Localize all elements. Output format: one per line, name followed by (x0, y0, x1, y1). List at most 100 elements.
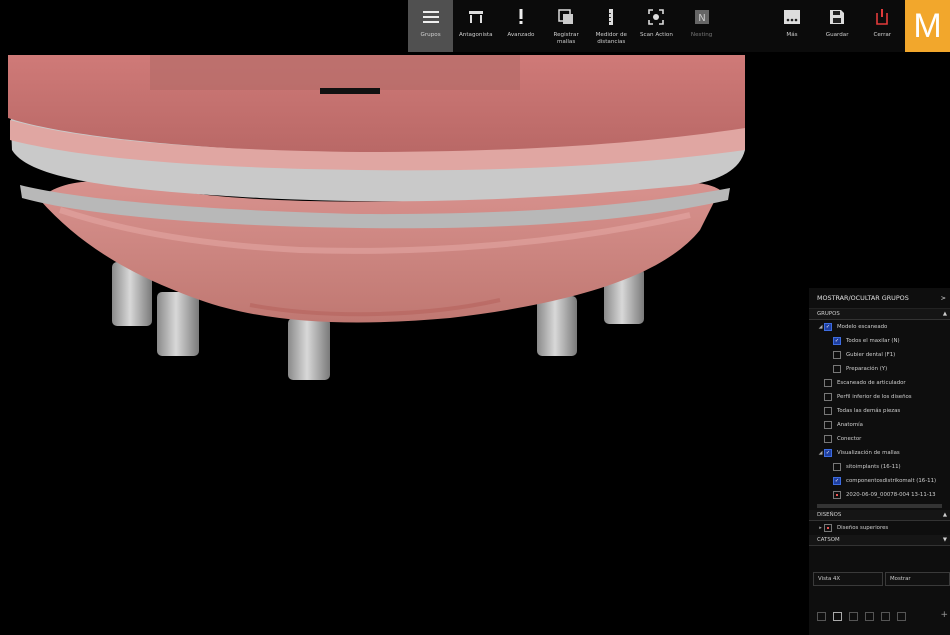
save-button[interactable]: Guardar (815, 0, 860, 52)
view-mode-icon[interactable] (881, 612, 890, 621)
nesting-button[interactable]: N Nesting (679, 0, 724, 52)
tree-item[interactable]: ✓ Todos el maxilar (N) (809, 334, 950, 348)
expand-icon[interactable]: ▸ (817, 525, 824, 531)
expand-icon[interactable]: ◢ (817, 450, 824, 456)
scan-action-button[interactable]: Scan Action (634, 0, 679, 52)
view-select[interactable]: Vista 4X (813, 572, 883, 586)
visibility-checkbox[interactable]: ✓ (824, 323, 832, 331)
save-icon (828, 8, 846, 26)
tree-item[interactable]: ✓ componentosdistrikomalt (16-11) (809, 474, 950, 488)
close-button[interactable]: Cerrar (860, 0, 905, 52)
tree-item[interactable]: Escaneado de articulador (809, 376, 950, 390)
show-select-value: Mostrar (890, 576, 911, 582)
collapse-up-icon[interactable]: ▲ (943, 512, 947, 518)
panel-collapse-icon[interactable]: > (941, 294, 946, 302)
view-mode-icons (817, 612, 906, 621)
tree-item-label: Diseños superiores (837, 525, 889, 531)
brand-letter: M (913, 6, 942, 45)
tree-item-label: Perfil inferior de los diseños (837, 394, 912, 400)
visibility-checkbox[interactable] (824, 393, 832, 401)
panel-title: MOSTRAR/OCULTAR GRUPOS (817, 294, 909, 302)
view-mode-icon[interactable] (897, 612, 906, 621)
view-mode-icon[interactable] (817, 612, 826, 621)
visibility-checkbox[interactable]: ✓ (833, 477, 841, 485)
tree-item[interactable]: Gubier dental (F1) (809, 348, 950, 362)
distance-meter-label: Medidor de distancias (595, 32, 627, 45)
visibility-checkbox[interactable] (824, 524, 832, 532)
view-mode-icon[interactable] (833, 612, 842, 621)
visibility-checkbox[interactable] (824, 407, 832, 415)
exclamation-icon (512, 8, 530, 26)
register-mesh-button[interactable]: Registrar mallas (544, 0, 589, 52)
tree-item-label: sitoimplants (16-11) (846, 464, 901, 470)
tree-item[interactable]: ◢ ✓ Visualización de mallas (809, 446, 950, 460)
collapse-up-icon[interactable]: ▲ (943, 311, 947, 317)
antagonist-icon (467, 8, 485, 26)
tree-item[interactable]: sitoimplants (16-11) (809, 460, 950, 474)
view-mode-icon[interactable] (849, 612, 858, 621)
tree-item[interactable]: Anatomía (809, 418, 950, 432)
visibility-checkbox[interactable] (824, 379, 832, 387)
visibility-checkbox[interactable]: ✓ (824, 449, 832, 457)
implant-post (288, 318, 330, 380)
tree-item-label: 2020-06-09_00078-004 13-11-13 (846, 492, 936, 498)
section-designs-label: DISEÑOS (817, 512, 842, 518)
section-catsom-header[interactable]: CATSOM ▼ (809, 535, 950, 546)
section-catsom-label: CATSOM (817, 537, 840, 543)
show-hide-groups-panel: MOSTRAR/OCULTAR GRUPOS > GRUPOS ▲ ◢ ✓ Mode… (809, 288, 950, 635)
antagonist-button[interactable]: Antagonista (453, 0, 498, 52)
visibility-checkbox[interactable] (833, 365, 841, 373)
tree-item-label: componentosdistrikomalt (16-11) (846, 478, 937, 484)
scan-action-icon (647, 8, 665, 26)
tree-item-label: Todos el maxilar (N) (846, 338, 900, 344)
nesting-icon: N (693, 8, 711, 26)
visibility-checkbox[interactable] (833, 351, 841, 359)
top-toolbar: Grupos Antagonista Avanzado Registrar ma… (408, 0, 950, 52)
view-select-value: Vista 4X (818, 576, 841, 582)
visibility-checkbox[interactable]: ✓ (833, 337, 841, 345)
tree-item-label: Anatomía (837, 422, 863, 428)
advanced-button[interactable]: Avanzado (498, 0, 543, 52)
tree-item[interactable]: Perfil inferior de los diseños (809, 390, 950, 404)
section-groups-header[interactable]: GRUPOS ▲ (809, 309, 950, 320)
tree-item-label: Visualización de mallas (837, 450, 900, 456)
horizontal-scrollbar[interactable] (817, 504, 942, 508)
more-icon (783, 8, 801, 26)
distance-meter-button[interactable]: Medidor de distancias (589, 0, 634, 52)
register-mesh-icon (557, 8, 575, 26)
power-icon (873, 8, 891, 26)
tree-item[interactable]: Preparación (Y) (809, 362, 950, 376)
menu-icon (422, 8, 440, 26)
groups-button[interactable]: Grupos (408, 0, 454, 52)
save-label: Guardar (825, 32, 849, 38)
advanced-label: Avanzado (507, 32, 535, 38)
tree-item-label: Todas las demás piezas (837, 408, 901, 414)
section-designs-header[interactable]: DISEÑOS ▲ (809, 510, 950, 521)
groups-tree: ◢ ✓ Modelo escaneado ✓ Todos el maxilar (N) G… (809, 320, 950, 502)
more-label: Más (786, 32, 798, 38)
visibility-checkbox[interactable] (833, 491, 841, 499)
visibility-checkbox[interactable] (824, 435, 832, 443)
brand-logo: M (904, 0, 950, 52)
more-button[interactable]: Más (769, 0, 814, 52)
tree-item-label: Gubier dental (F1) (846, 352, 896, 358)
expand-icon[interactable]: ◢ (817, 324, 824, 330)
visibility-checkbox[interactable] (824, 421, 832, 429)
3d-viewport[interactable] (0, 0, 950, 635)
tree-item-label: Modelo escaneado (837, 324, 888, 330)
designs-tree: ▸ Diseños superiores (809, 521, 950, 535)
tree-item[interactable]: ◢ ✓ Modelo escaneado (809, 320, 950, 334)
tree-item[interactable]: 2020-06-09_00078-004 13-11-13 (809, 488, 950, 502)
tree-item[interactable]: Todas las demás piezas (809, 404, 950, 418)
add-icon[interactable]: + (940, 610, 948, 620)
dental-model (8, 55, 745, 380)
view-mode-icon[interactable] (865, 612, 874, 621)
collapse-down-icon[interactable]: ▼ (943, 537, 947, 543)
tree-item[interactable]: ▸ Diseños superiores (809, 521, 950, 535)
nesting-label: Nesting (690, 32, 713, 38)
tree-item-label: Preparación (Y) (846, 366, 888, 372)
tree-item[interactable]: Conector (809, 432, 950, 446)
show-select[interactable]: Mostrar (885, 572, 950, 586)
visibility-checkbox[interactable] (833, 463, 841, 471)
